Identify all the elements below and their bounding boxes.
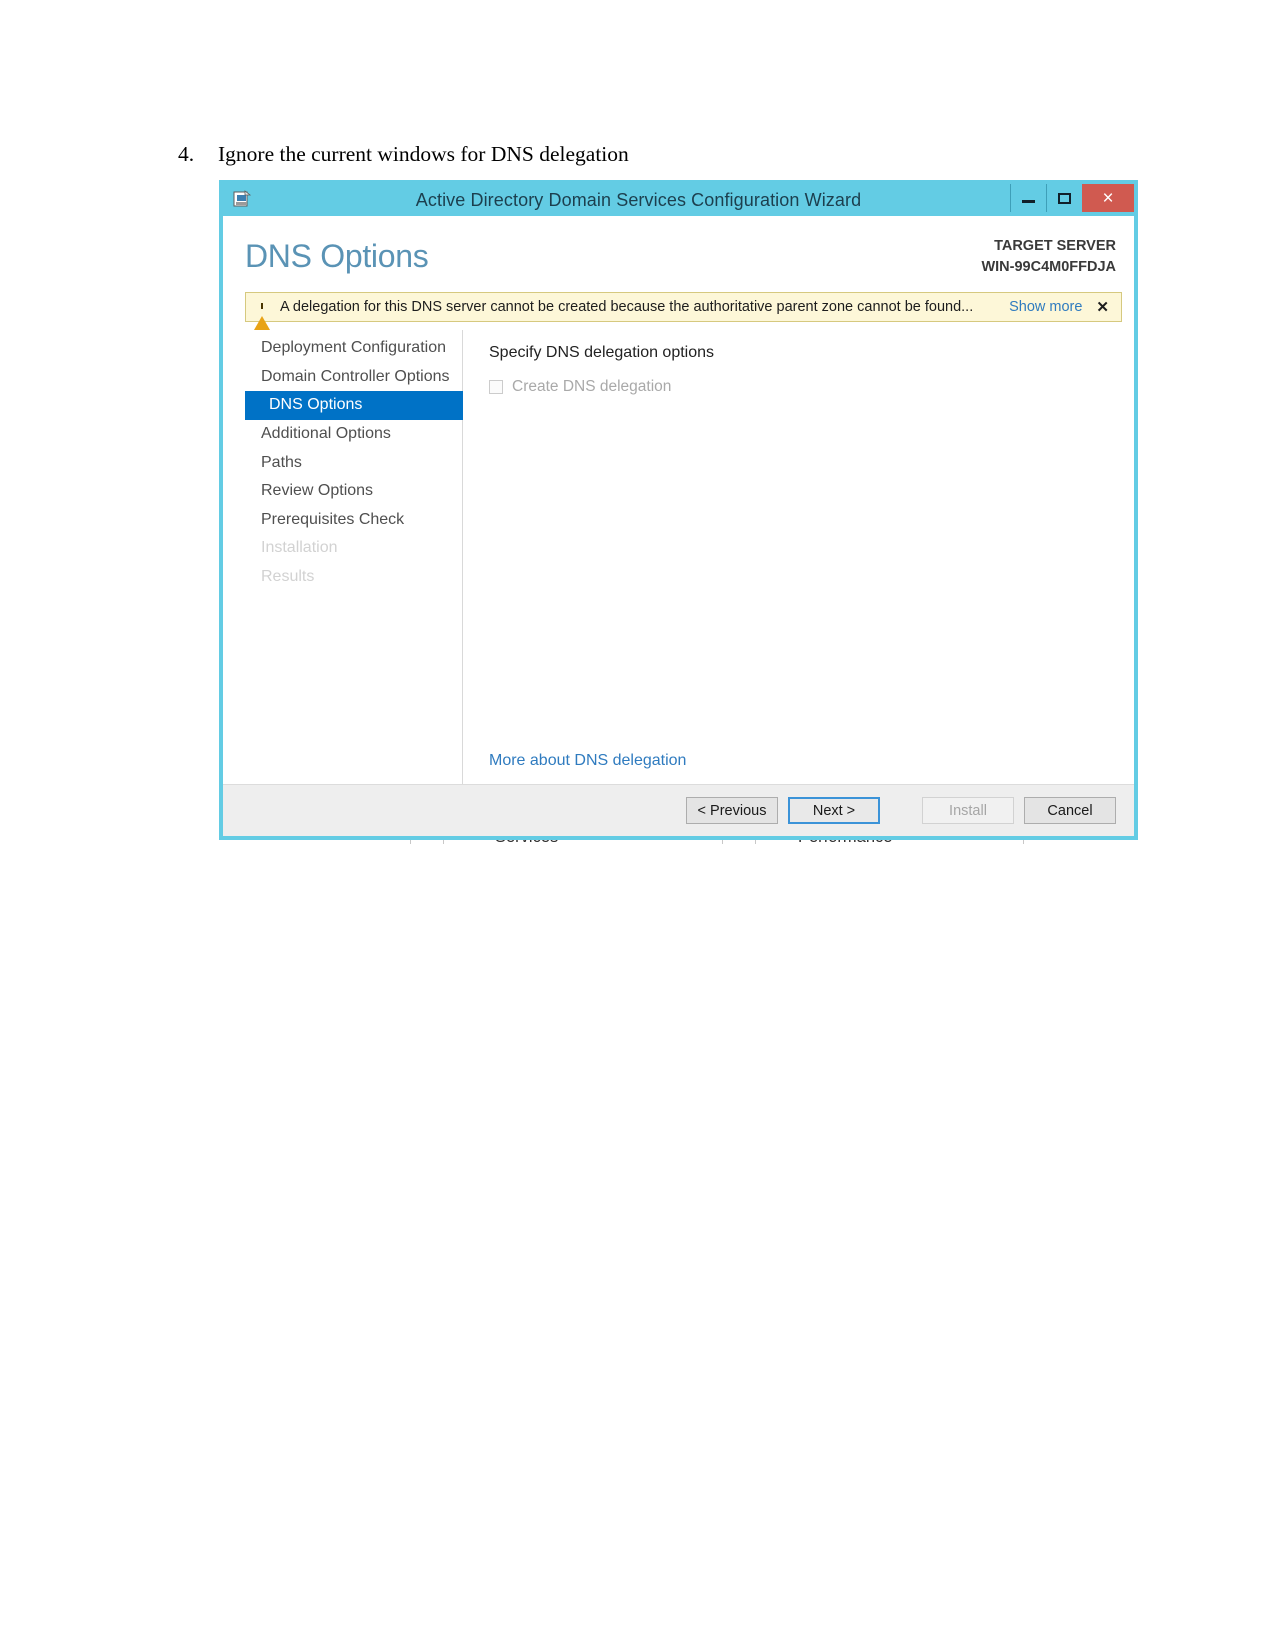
nav-item-label: Installation <box>261 539 338 557</box>
wizard-step-nav: Deployment Configuration Domain Controll… <box>245 330 463 784</box>
create-dns-delegation-label: Create DNS delegation <box>512 378 672 395</box>
nav-item-label: DNS Options <box>269 396 363 414</box>
nav-item-paths[interactable]: Paths <box>245 448 462 477</box>
next-button[interactable]: Next > <box>788 797 880 824</box>
nav-item-prerequisites-check[interactable]: Prerequisites Check <box>245 506 462 535</box>
nav-item-domain-controller-options[interactable]: Domain Controller Options <box>245 363 462 392</box>
previous-button[interactable]: < Previous <box>686 797 778 824</box>
close-icon: × <box>1102 187 1114 209</box>
cancel-button[interactable]: Cancel <box>1024 797 1116 824</box>
nav-item-label: Paths <box>261 453 302 471</box>
target-server-block: TARGET SERVER WIN-99C4M0FFDJA <box>981 236 1116 278</box>
nav-item-label: Results <box>261 568 315 586</box>
nav-item-deployment-configuration[interactable]: Deployment Configuration <box>245 334 462 363</box>
nav-item-label: Review Options <box>261 482 374 500</box>
page-header: DNS Options TARGET SERVER WIN-99C4M0FFDJ… <box>223 216 1134 292</box>
create-dns-delegation-checkbox[interactable] <box>489 380 503 394</box>
close-button[interactable]: × <box>1082 184 1134 212</box>
maximize-button[interactable] <box>1046 184 1082 212</box>
minimize-button[interactable] <box>1010 184 1046 212</box>
warning-triangle-icon <box>254 299 272 330</box>
window-title: Active Directory Domain Services Configu… <box>415 189 862 210</box>
step-number: 4. <box>178 142 195 166</box>
show-more-link[interactable]: Show more <box>1009 299 1082 315</box>
nav-item-label: Additional Options <box>261 425 391 443</box>
maximize-icon <box>1058 192 1071 204</box>
more-about-dns-delegation-link[interactable]: More about DNS delegation <box>489 752 686 770</box>
wizard-content-pane: Specify DNS delegation options Create DN… <box>463 330 1134 784</box>
content-heading: Specify DNS delegation options <box>489 344 715 361</box>
title-bar[interactable]: Active Directory Domain Services Configu… <box>223 184 1134 216</box>
wizard-body: Deployment Configuration Domain Controll… <box>223 322 1134 784</box>
warning-notification-bar: A delegation for this DNS server cannot … <box>245 292 1122 330</box>
nav-item-label: Domain Controller Options <box>261 367 450 385</box>
nav-item-additional-options[interactable]: Additional Options <box>245 420 462 449</box>
window-controls: × <box>1010 184 1134 212</box>
target-server-label: TARGET SERVER <box>994 238 1116 254</box>
nav-item-installation: Installation <box>245 534 462 563</box>
dismiss-warning-icon[interactable]: ✕ <box>1096 298 1109 316</box>
nav-item-dns-options[interactable]: DNS Options <box>245 391 463 420</box>
adds-configuration-wizard-window: Active Directory Domain Services Configu… <box>219 180 1138 840</box>
embedded-screenshot: Services Performance Active Directory Do… <box>215 180 1140 856</box>
nav-item-results: Results <box>245 563 462 592</box>
document-step-line: 4. Ignore the current windows for DNS de… <box>178 142 1078 167</box>
nav-item-label: Deployment Configuration <box>261 339 446 357</box>
warning-message: A delegation for this DNS server cannot … <box>280 299 974 315</box>
nav-item-label: Prerequisites Check <box>261 510 405 528</box>
page-title: DNS Options <box>245 238 429 274</box>
step-text: Ignore the current windows for DNS deleg… <box>218 142 629 166</box>
wizard-app-icon <box>232 189 252 209</box>
install-button: Install <box>922 797 1014 824</box>
nav-item-review-options[interactable]: Review Options <box>245 477 462 506</box>
minimize-icon <box>1022 200 1035 203</box>
wizard-footer: < Previous Next > Install Cancel <box>223 784 1134 836</box>
create-dns-delegation-row[interactable]: Create DNS delegation <box>489 378 1116 396</box>
target-server-name: WIN-99C4M0FFDJA <box>981 259 1116 276</box>
